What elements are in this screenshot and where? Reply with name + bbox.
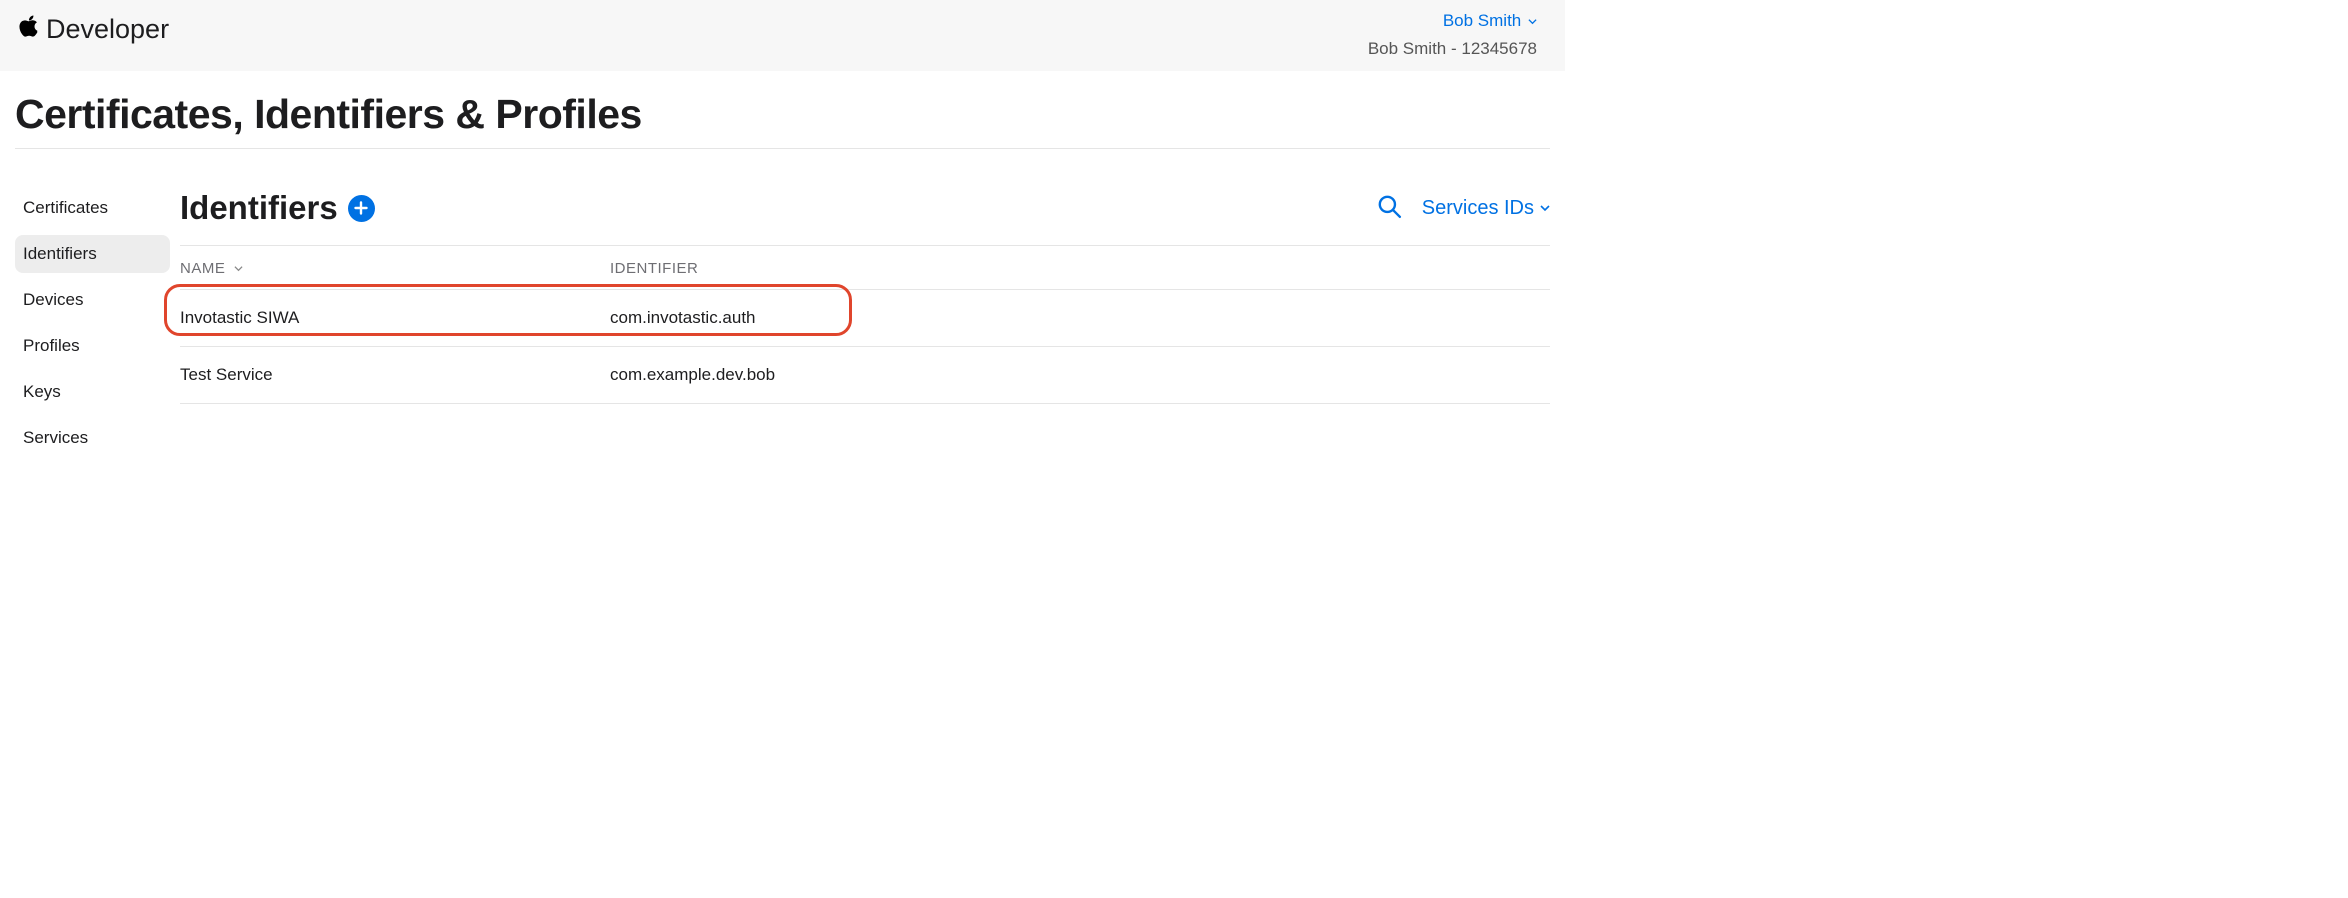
column-identifier[interactable]: IDENTIFIER <box>610 246 1550 290</box>
section-title: Identifiers <box>180 189 375 227</box>
brand-text: Developer <box>46 14 169 45</box>
team-label: Bob Smith - 12345678 <box>1368 36 1537 62</box>
brand[interactable]: Developer <box>18 8 169 46</box>
sidebar-item-devices: Devices <box>15 281 170 319</box>
user-name: Bob Smith <box>1443 11 1521 30</box>
sidebar-item-certificates: Certificates <box>15 189 170 227</box>
identifier-type-filter[interactable]: Services IDs <box>1422 197 1550 220</box>
plus-icon <box>354 201 368 215</box>
user-menu[interactable]: Bob Smith <box>1368 8 1537 34</box>
cell-name: Test Service <box>180 347 610 404</box>
chevron-down-icon <box>1528 17 1537 26</box>
table-row[interactable]: Test Service com.example.dev.bob <box>180 347 1550 404</box>
sidebar: Certificates Identifiers Devices Profile… <box>15 189 170 465</box>
page-title: Certificates, Identifiers & Profiles <box>15 91 1550 149</box>
cell-identifier: com.invotastic.auth <box>610 290 1550 347</box>
table-row[interactable]: Invotastic SIWA com.invotastic.auth <box>180 290 1550 347</box>
add-identifier-button[interactable] <box>348 195 375 222</box>
chevron-down-icon <box>1540 203 1550 213</box>
table-header-row: NAME IDENTIFIER <box>180 246 1550 290</box>
sidebar-item-keys: Keys <box>15 373 170 411</box>
column-name[interactable]: NAME <box>180 246 610 290</box>
panel-header: Identifiers <box>180 189 1550 227</box>
cell-identifier: com.example.dev.bob <box>610 347 1550 404</box>
sidebar-item-identifiers: Identifiers <box>15 235 170 273</box>
chevron-down-icon <box>234 260 243 277</box>
filter-label: Services IDs <box>1422 197 1534 220</box>
section-title-text: Identifiers <box>180 189 338 227</box>
top-bar: Developer Bob Smith Bob Smith - 12345678 <box>0 0 1565 71</box>
sidebar-item-profiles: Profiles <box>15 327 170 365</box>
search-icon <box>1376 193 1402 219</box>
sidebar-item-services: Services <box>15 419 170 457</box>
account-block: Bob Smith Bob Smith - 12345678 <box>1368 8 1537 61</box>
identifiers-table: NAME IDENTIFIER <box>180 245 1550 404</box>
apple-logo-icon <box>18 13 40 46</box>
cell-name: Invotastic SIWA <box>180 290 610 347</box>
search-button[interactable] <box>1376 193 1402 224</box>
